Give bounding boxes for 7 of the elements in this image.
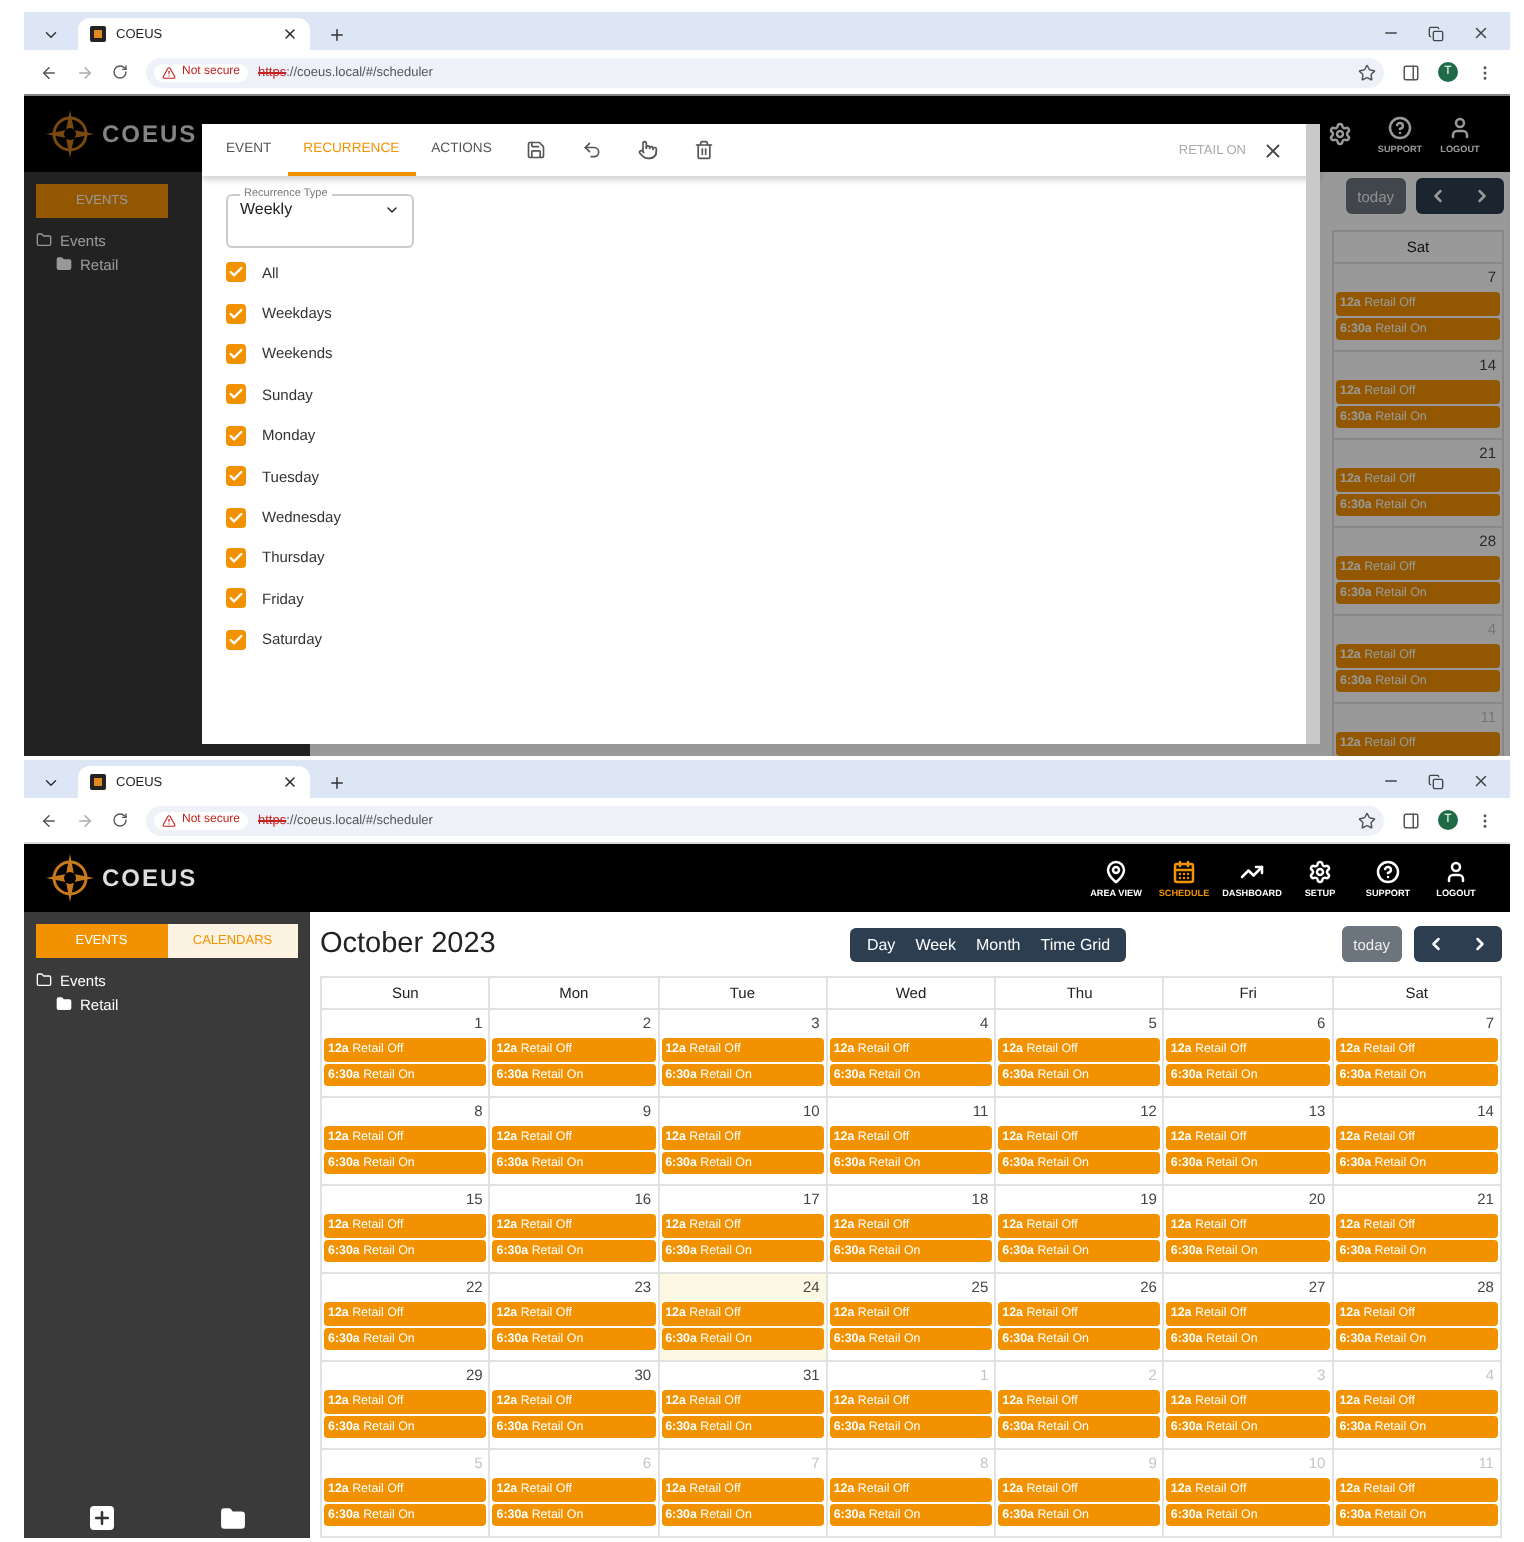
view-button[interactable]: Week <box>905 927 966 961</box>
view-button[interactable]: Time Grid <box>1030 927 1121 961</box>
calendar-title: October 2023 <box>320 928 496 960</box>
brand-name: COEUS <box>102 120 198 148</box>
view-button[interactable]: Day <box>856 927 906 961</box>
view-button[interactable]: Month <box>966 927 1031 961</box>
brand-name: COEUS <box>102 864 198 892</box>
